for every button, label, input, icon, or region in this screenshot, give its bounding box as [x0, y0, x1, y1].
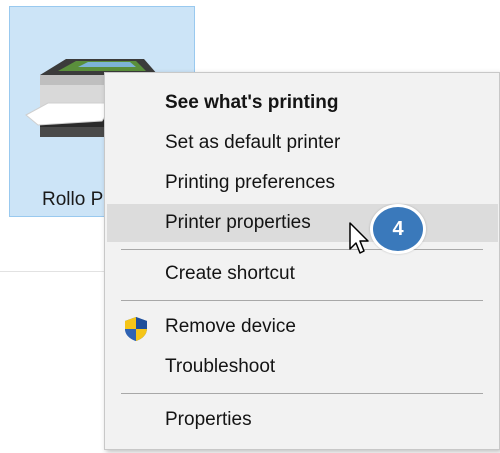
printer-context-menu: See what's printing Set as default print… [104, 72, 500, 450]
menu-item-label: Printer properties [165, 212, 311, 233]
menu-item-label: See what's printing [165, 92, 339, 113]
menu-item-create-shortcut[interactable]: Create shortcut [105, 255, 500, 293]
menu-item-label: Properties [165, 409, 252, 430]
menu-item-set-default-printer[interactable]: Set as default printer [105, 124, 500, 162]
step-number-badge: 4 [370, 204, 426, 254]
menu-item-troubleshoot[interactable]: Troubleshoot [105, 348, 500, 386]
menu-item-remove-device[interactable]: Remove device [105, 308, 500, 346]
uac-shield-icon [125, 317, 147, 341]
menu-separator [121, 393, 483, 394]
devices-and-printers-view: Rollo P See what's printing Set as defau… [0, 0, 500, 453]
menu-item-label: Printing preferences [165, 172, 336, 193]
menu-item-properties[interactable]: Properties [105, 401, 500, 439]
menu-item-label: Remove device [165, 316, 296, 337]
view-divider [0, 271, 104, 272]
menu-item-label: Create shortcut [165, 263, 295, 284]
menu-separator [121, 249, 483, 250]
menu-item-printing-preferences[interactable]: Printing preferences [105, 164, 500, 202]
menu-separator [121, 300, 483, 301]
menu-item-printer-properties[interactable]: Printer properties [107, 204, 498, 242]
printer-device-label: Rollo P [42, 189, 104, 210]
menu-item-label: Troubleshoot [165, 356, 276, 377]
menu-item-label: Set as default printer [165, 132, 341, 153]
menu-item-see-whats-printing[interactable]: See what's printing [105, 84, 500, 122]
